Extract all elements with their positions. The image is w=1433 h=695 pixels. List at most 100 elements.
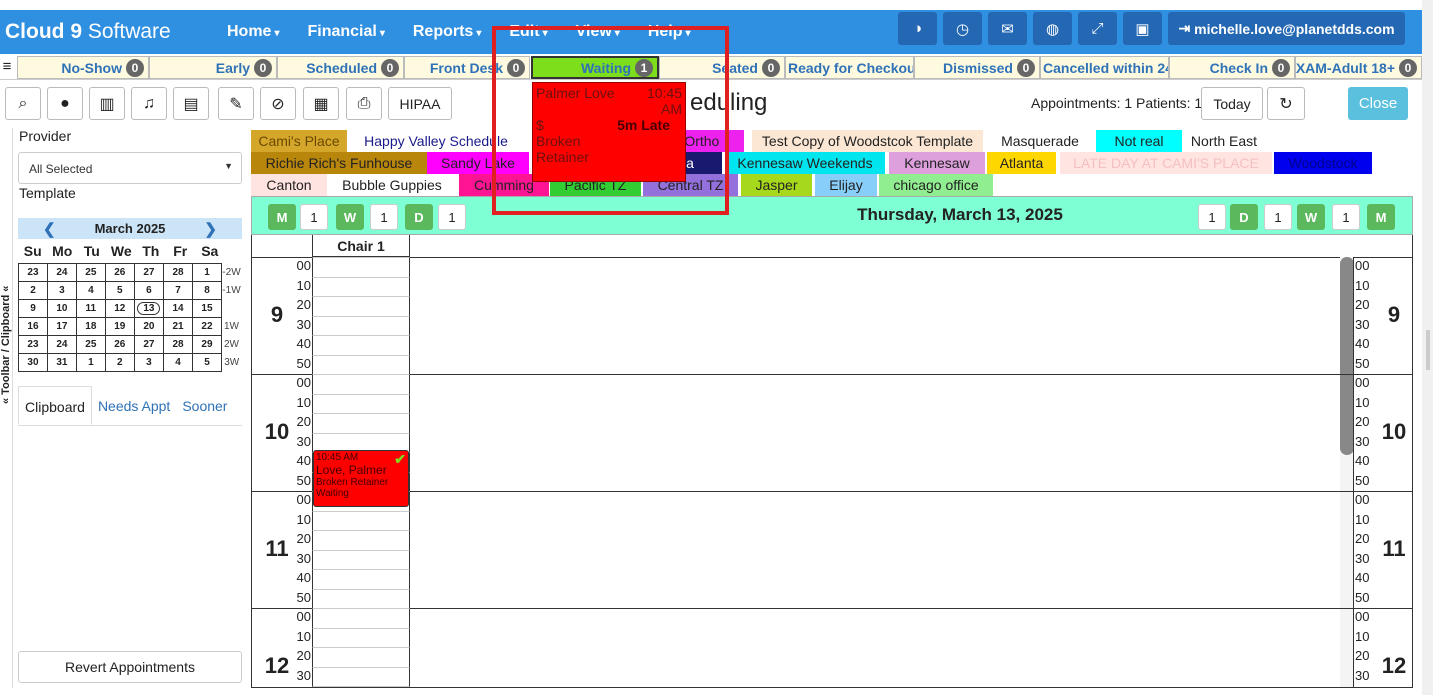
calendar-day[interactable]: 2 xyxy=(18,281,48,300)
today-button[interactable]: Today xyxy=(1201,87,1263,120)
envelope-icon[interactable]: ✉ xyxy=(988,12,1027,45)
zoom-week-value-right[interactable]: 1 xyxy=(1264,204,1292,230)
status-tab-scheduled[interactable]: Scheduled 0 xyxy=(277,56,404,79)
hipaa-button[interactable]: HIPAA xyxy=(388,87,452,120)
status-tab-front-desk[interactable]: Front Desk 0 xyxy=(404,56,530,79)
edit-button[interactable]: ✎ xyxy=(218,87,254,120)
time-slot[interactable] xyxy=(312,686,410,687)
calendar-day[interactable]: 27 xyxy=(133,263,165,282)
user-logout-button[interactable]: ⇥ michelle.love@planetdds.com xyxy=(1168,12,1405,45)
calendar-day[interactable]: 3 xyxy=(46,281,77,300)
tab-needs-appt[interactable]: Needs Appt xyxy=(92,386,176,425)
calendar-day[interactable]: 25 xyxy=(75,335,106,354)
refresh-button[interactable]: ↻ xyxy=(1267,87,1305,120)
eye-slash-icon[interactable]: ◑ xyxy=(898,12,937,45)
time-slot[interactable] xyxy=(312,257,410,277)
calendar-day[interactable]: 30 xyxy=(18,353,48,372)
time-slot[interactable] xyxy=(312,510,410,530)
menu-view[interactable]: View ▾ xyxy=(562,23,634,41)
calendar-day[interactable]: 29 xyxy=(192,335,222,354)
zoom-month-value-right[interactable]: 1 xyxy=(1332,204,1360,230)
calendar-day[interactable]: 16 xyxy=(18,317,48,336)
waiting-popup[interactable]: Palmer Love 10:45 AM $5m Late Broken Reta… xyxy=(532,82,686,182)
calendar-day[interactable]: 18 xyxy=(75,317,106,336)
calendar-day[interactable]: 5 xyxy=(192,353,222,372)
template-pill[interactable]: Cami's Place xyxy=(251,130,347,152)
calendar-day[interactable]: 6 xyxy=(133,281,165,300)
patient-button[interactable]: ● xyxy=(47,87,83,120)
time-slot[interactable] xyxy=(312,276,410,296)
calendar-day[interactable]: 28 xyxy=(163,263,194,282)
calendar-day[interactable]: 9 xyxy=(18,299,48,318)
calendar-day[interactable]: 23 xyxy=(18,263,48,282)
template-pill[interactable]: Masquerade xyxy=(984,130,1096,152)
template-pill[interactable]: Happy Valley Schedule xyxy=(348,130,524,152)
tab-clipboard[interactable]: Clipboard xyxy=(18,386,92,425)
calendar-day[interactable]: 27 xyxy=(133,335,165,354)
calendar-day[interactable]: 7 xyxy=(163,281,194,300)
template-pill[interactable]: Sandy Lake xyxy=(427,152,529,174)
time-slot[interactable] xyxy=(312,530,410,550)
provider-select[interactable]: All Selected ▼ xyxy=(18,152,242,184)
calendar-week-jump[interactable]: -2W xyxy=(221,264,241,282)
template-pill[interactable]: LATE DAY AT CAMI'S PLACE xyxy=(1060,152,1272,174)
calendar-day[interactable]: 19 xyxy=(104,317,135,336)
cancel-button[interactable]: ⊘ xyxy=(260,87,296,120)
calendar-day[interactable]: 26 xyxy=(104,335,135,354)
calendar-week-jump[interactable]: 2W xyxy=(221,336,241,354)
zoom-week-right[interactable]: W xyxy=(1297,204,1325,230)
calendar-day[interactable]: 22 xyxy=(192,317,222,336)
next-month-icon[interactable]: ❯ xyxy=(204,220,217,238)
time-slot[interactable] xyxy=(312,296,410,316)
zoom-day-value-left[interactable]: 1 xyxy=(438,204,466,230)
calendar-week-jump[interactable]: 1W xyxy=(221,318,241,336)
time-slot[interactable] xyxy=(312,374,410,394)
template-pill[interactable]: Bubble Guppies xyxy=(327,174,457,196)
calendar-day[interactable]: 4 xyxy=(75,281,106,300)
id-card-button[interactable]: ▤ xyxy=(173,87,209,120)
time-slot[interactable] xyxy=(312,666,410,686)
menu-home[interactable]: Home ▾ xyxy=(213,23,293,41)
status-tab-waiting[interactable]: Waiting 1 xyxy=(531,56,659,79)
template-pill[interactable]: Not real xyxy=(1096,130,1182,152)
template-pill[interactable]: Kennesaw xyxy=(889,152,985,174)
calendar-day[interactable]: 25 xyxy=(75,263,106,282)
template-pill[interactable]: chicago office xyxy=(879,174,993,196)
time-slot[interactable] xyxy=(312,608,410,628)
status-tab-cancelled[interactable]: Cancelled within 24 xyxy=(1040,56,1169,79)
chat-icon[interactable]: ◍ xyxy=(1033,12,1072,45)
time-slot[interactable] xyxy=(312,393,410,413)
calendar-day[interactable]: 20 xyxy=(133,317,165,336)
calendar-week-jump[interactable] xyxy=(221,300,241,318)
status-tab-ready-for-checkout[interactable]: Ready for Checkout xyxy=(785,56,914,79)
time-slot[interactable] xyxy=(312,647,410,667)
time-slot[interactable] xyxy=(312,354,410,374)
calendar-day[interactable]: 3 xyxy=(133,353,165,372)
menu-help[interactable]: Help ▾ xyxy=(634,23,705,41)
hamburger-icon[interactable]: ≡ xyxy=(0,58,14,75)
lock-icon[interactable]: ▣ xyxy=(1123,12,1162,45)
template-pill[interactable]: Richie Rich's Funhouse xyxy=(251,152,427,174)
calendar-day[interactable]: 23 xyxy=(18,335,48,354)
status-tab-seated[interactable]: Seated 0 xyxy=(659,56,785,79)
time-slot[interactable] xyxy=(312,588,410,608)
search-button[interactable]: ⌕ xyxy=(5,87,41,120)
calendar-day[interactable]: 14 xyxy=(163,299,194,318)
calendar-day[interactable]: 8 xyxy=(192,281,222,300)
zoom-day-value-right[interactable]: 1 xyxy=(1198,204,1226,230)
time-slot[interactable] xyxy=(312,335,410,355)
template-pill[interactable]: Atlanta xyxy=(987,152,1056,174)
page-scroll-thumb[interactable] xyxy=(1426,330,1430,370)
template-pill[interactable]: Test Copy of Woodstcok Template xyxy=(752,130,983,152)
zoom-month-left[interactable]: M xyxy=(268,204,296,230)
revert-appointments-button[interactable]: Revert Appointments xyxy=(18,651,242,683)
time-slot[interactable] xyxy=(312,413,410,433)
office-button[interactable]: ▥ xyxy=(89,87,125,120)
template-pill[interactable]: North East xyxy=(1182,130,1266,152)
calendar-day[interactable]: 13 xyxy=(133,299,165,318)
expand-icon[interactable]: ⤢ xyxy=(1078,12,1117,45)
tab-sooner[interactable]: Sooner xyxy=(176,386,233,425)
prev-month-icon[interactable]: ❮ xyxy=(43,220,56,238)
menu-financial[interactable]: Financial ▾ xyxy=(293,23,398,41)
clock-icon[interactable]: ◷ xyxy=(943,12,982,45)
